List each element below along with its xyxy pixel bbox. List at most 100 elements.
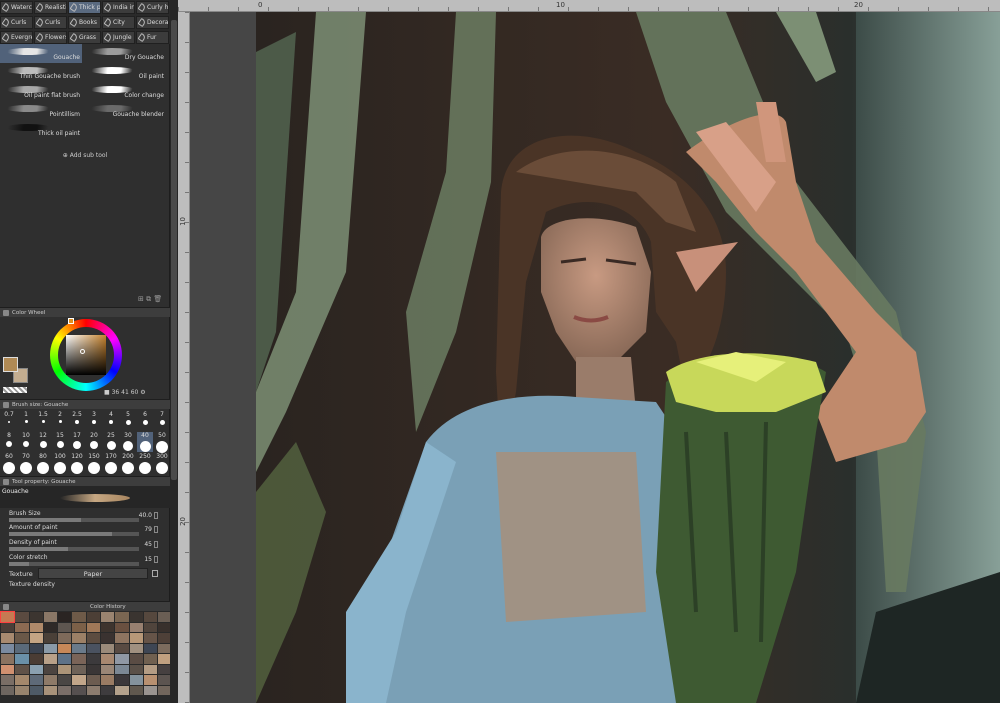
density-of-paint-property[interactable]: Density of paint 45 <box>0 539 168 553</box>
color-history-swatch[interactable] <box>29 654 43 664</box>
color-history-header[interactable]: Color History <box>0 601 170 611</box>
color-history-swatch[interactable] <box>115 622 129 632</box>
color-history-swatch[interactable] <box>29 675 43 685</box>
brush-size-option[interactable]: 3 <box>86 411 102 431</box>
brush-size-option[interactable]: 4 <box>103 411 119 431</box>
color-history-swatch[interactable] <box>129 633 143 643</box>
color-history-swatch[interactable] <box>86 633 101 643</box>
brush-size-option[interactable]: 80 <box>35 453 51 474</box>
color-history-swatch[interactable] <box>115 643 129 653</box>
brush-size-option[interactable]: 10 <box>18 432 34 452</box>
color-history-swatch[interactable] <box>143 612 158 622</box>
color-stretch-value[interactable]: 15 <box>144 556 152 563</box>
density-of-paint-slider[interactable] <box>9 547 139 551</box>
density-of-paint-spinner[interactable] <box>154 541 158 548</box>
color-history-swatch[interactable] <box>29 622 43 632</box>
brush-group-tab[interactable]: Realistic <box>34 1 67 14</box>
brush-size-slider[interactable] <box>9 518 139 522</box>
brush-size-option[interactable]: 17 <box>69 432 85 452</box>
color-history-swatch[interactable] <box>101 622 115 632</box>
brush-group-tab[interactable]: Curls <box>34 16 67 29</box>
color-history-swatch[interactable] <box>1 664 15 674</box>
color-history-swatch[interactable] <box>129 675 143 685</box>
brush-size-option[interactable]: 5 <box>120 411 136 431</box>
color-history-swatch[interactable] <box>115 664 129 674</box>
brush-group-tab[interactable]: Grass <box>68 31 101 44</box>
color-history-swatch[interactable] <box>58 664 72 674</box>
color-history-swatch[interactable] <box>15 643 29 653</box>
copy-sub-tool-icon[interactable]: ⧉ <box>146 295 151 303</box>
color-history-swatch[interactable] <box>101 664 115 674</box>
color-history-swatch[interactable] <box>129 612 143 622</box>
color-history-swatch[interactable] <box>115 654 129 664</box>
color-history-swatch[interactable] <box>129 685 143 695</box>
canvas-artwork[interactable] <box>256 12 1000 703</box>
color-history-swatch[interactable] <box>143 664 158 674</box>
color-history-swatch[interactable] <box>115 685 129 695</box>
color-history-swatch[interactable] <box>143 622 158 632</box>
brush-group-tab[interactable]: City <box>102 16 135 29</box>
color-history-swatch[interactable] <box>86 664 101 674</box>
brush-size-option[interactable]: 2 <box>52 411 68 431</box>
color-history-swatch[interactable] <box>72 654 86 664</box>
color-history-swatch[interactable] <box>15 633 29 643</box>
brush-size-option[interactable]: 20 <box>86 432 102 452</box>
amount-of-paint-spinner[interactable] <box>154 526 158 533</box>
sv-marker[interactable] <box>80 349 85 354</box>
color-history-swatch[interactable] <box>129 622 143 632</box>
brush-group-tab[interactable]: Flowers <box>34 31 67 44</box>
brush-group-tab[interactable]: Decoration <box>136 16 169 29</box>
brush-group-tab[interactable]: India ink <box>102 1 135 14</box>
color-history-swatch[interactable] <box>1 654 15 664</box>
color-history-swatch[interactable] <box>43 664 58 674</box>
add-sub-tool-button[interactable]: ⊕ Add sub tool <box>0 152 170 159</box>
sub-tool-item[interactable]: Thin Gouache brush <box>0 63 82 82</box>
color-history-swatch[interactable] <box>101 675 115 685</box>
color-history-swatch[interactable] <box>1 675 15 685</box>
brush-group-tab[interactable]: Books <box>68 16 101 29</box>
color-history-swatch[interactable] <box>86 675 101 685</box>
brush-size-value[interactable]: 40.0 <box>139 512 152 519</box>
canvas-area[interactable]: 0 10 20 10 20 <box>178 0 1000 703</box>
color-history-swatch[interactable] <box>129 654 143 664</box>
hue-marker[interactable] <box>68 318 74 324</box>
color-history-swatch[interactable] <box>58 685 72 695</box>
color-history-swatch[interactable] <box>0 611 16 623</box>
color-history-swatch[interactable] <box>58 622 72 632</box>
brush-size-option[interactable]: 7 <box>154 411 170 431</box>
color-history-swatch[interactable] <box>58 633 72 643</box>
color-settings-icon[interactable]: ⚙ <box>140 389 145 396</box>
brush-size-option[interactable]: 150 <box>86 453 102 474</box>
clear-texture-icon[interactable] <box>152 570 158 577</box>
color-history-swatch[interactable] <box>15 664 29 674</box>
brush-size-option[interactable]: 12 <box>35 432 51 452</box>
color-stretch-slider[interactable] <box>9 562 139 566</box>
color-history-swatch[interactable] <box>115 633 129 643</box>
color-history-swatch[interactable] <box>143 675 158 685</box>
delete-sub-tool-icon[interactable]: 🗑 <box>153 295 162 303</box>
color-history-swatch[interactable] <box>72 612 86 622</box>
color-history-swatch[interactable] <box>143 633 158 643</box>
color-history-swatch[interactable] <box>115 675 129 685</box>
brush-size-option[interactable]: 50 <box>154 432 170 453</box>
main-color-swatch[interactable] <box>3 357 18 372</box>
amount-of-paint-slider[interactable] <box>9 532 139 536</box>
transparent-color-swatch[interactable] <box>3 387 27 393</box>
brush-size-option[interactable]: 70 <box>18 453 34 474</box>
color-history-swatch[interactable] <box>86 685 101 695</box>
color-history-swatch[interactable] <box>58 643 72 653</box>
color-history-swatch[interactable] <box>58 612 72 622</box>
color-stretch-property[interactable]: Color stretch 15 <box>0 554 168 568</box>
color-history-swatch[interactable] <box>101 612 115 622</box>
color-history-swatch[interactable] <box>129 643 143 653</box>
brush-size-option[interactable]: 1.5 <box>35 411 51 431</box>
sub-tool-item[interactable]: Oil paint <box>84 63 166 82</box>
brush-size-header[interactable]: Brush size: Gouache <box>0 399 170 409</box>
brush-size-property[interactable]: Brush Size 40.0 <box>0 510 168 524</box>
sub-tool-item[interactable]: Dry Gouache <box>84 44 166 63</box>
color-history-swatch[interactable] <box>101 643 115 653</box>
color-history-swatch[interactable] <box>29 612 43 622</box>
sub-tool-item[interactable]: Gouache <box>0 44 82 63</box>
color-history-swatch[interactable] <box>43 654 58 664</box>
color-history-swatch[interactable] <box>29 685 43 695</box>
